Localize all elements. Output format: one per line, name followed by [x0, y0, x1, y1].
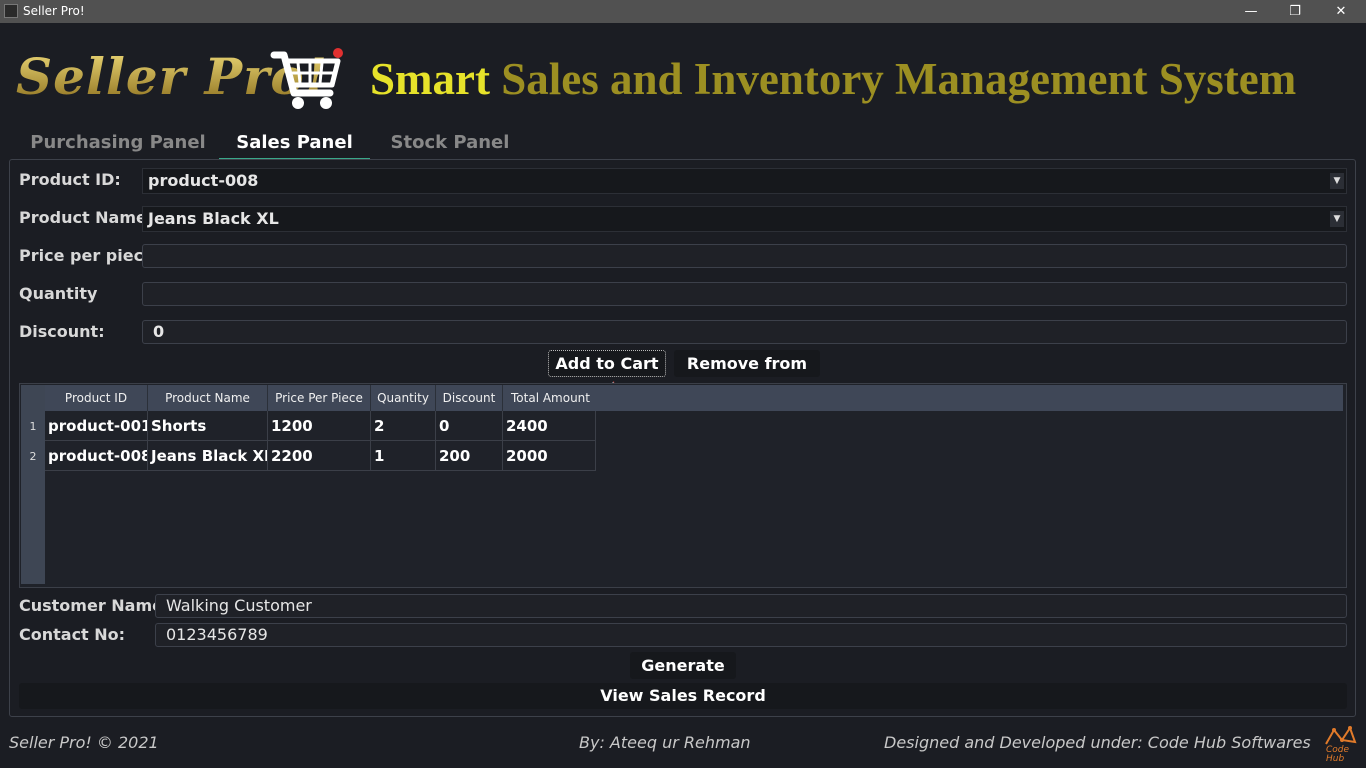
- discount-label: Discount:: [19, 322, 105, 341]
- minimize-button[interactable]: —: [1228, 0, 1274, 23]
- table-cell[interactable]: 1200: [268, 411, 371, 441]
- product-name-value: Jeans Black XL: [148, 209, 279, 228]
- code-hub-badge: Code Hub: [1326, 745, 1350, 764]
- footer-author: By: Ateeq ur Rehman: [579, 733, 751, 752]
- column-header[interactable]: Product ID: [45, 385, 148, 411]
- headline-smart: Smart: [370, 54, 490, 104]
- table-cell[interactable]: product-008: [45, 441, 148, 471]
- tab-sales-panel[interactable]: Sales Panel: [219, 128, 370, 160]
- footer-copyright: Seller Pro! © 2021: [9, 733, 159, 752]
- column-header[interactable]: Total Amount: [503, 385, 598, 411]
- table-cell[interactable]: 200: [436, 441, 503, 471]
- window-title: Seller Pro!: [23, 4, 85, 18]
- product-id-label: Product ID:: [19, 170, 121, 189]
- app-header: Seller Pro! Smart Sales and Inventory Ma…: [0, 23, 1366, 133]
- table-cell[interactable]: Shorts: [148, 411, 268, 441]
- table-cell[interactable]: 2000: [503, 441, 596, 471]
- product-id-value: product-008: [148, 171, 259, 190]
- remove-from-cart-button[interactable]: Remove from Cart: [674, 350, 820, 400]
- table-cell[interactable]: 1: [371, 441, 436, 471]
- column-header[interactable]: Discount: [436, 385, 503, 411]
- add-to-cart-label: Add to Cart: [555, 354, 659, 373]
- footer-credit: Designed and Developed under: Code Hub S…: [884, 733, 1311, 752]
- cart-table[interactable]: Product ID Product Name Price Per Piece …: [19, 383, 1347, 588]
- tab-stock-panel[interactable]: Stock Panel: [380, 128, 520, 158]
- app-icon: [4, 4, 18, 18]
- column-header[interactable]: Price Per Piece: [268, 385, 371, 411]
- row-number[interactable]: 2: [21, 442, 45, 472]
- price-input[interactable]: [142, 244, 1347, 268]
- discount-input[interactable]: 0: [142, 320, 1347, 344]
- quantity-label: Quantity: [19, 284, 98, 303]
- column-header[interactable]: Quantity: [371, 385, 436, 411]
- table-cell[interactable]: Jeans Black XL: [148, 441, 268, 471]
- table-cell[interactable]: 2: [371, 411, 436, 441]
- chevron-down-icon[interactable]: ▼: [1330, 173, 1344, 189]
- table-cell[interactable]: 2200: [268, 441, 371, 471]
- add-to-cart-button[interactable]: Add to Cart 🛒: [548, 350, 666, 398]
- price-label: Price per piece: [19, 246, 154, 265]
- customer-name-label: Customer Name:: [19, 596, 170, 615]
- table-cell[interactable]: 0: [436, 411, 503, 441]
- contact-no-label: Contact No:: [19, 625, 126, 644]
- chevron-down-icon[interactable]: ▼: [1330, 211, 1344, 227]
- table-cell[interactable]: product-001: [45, 411, 148, 441]
- customer-name-input[interactable]: Walking Customer: [155, 594, 1347, 618]
- product-id-select[interactable]: product-008 ▼: [142, 168, 1347, 194]
- app-headline: Smart Sales and Inventory Management Sys…: [370, 53, 1296, 105]
- shopping-cart-logo-icon: [270, 48, 343, 109]
- quantity-input[interactable]: [142, 282, 1347, 306]
- product-name-select[interactable]: Jeans Black XL ▼: [142, 206, 1347, 232]
- table-cell[interactable]: 2400: [503, 411, 596, 441]
- window-titlebar: Seller Pro! — ❐ ✕: [0, 0, 1366, 23]
- product-name-label: Product Name:: [19, 208, 154, 227]
- tab-purchasing-panel[interactable]: Purchasing Panel: [26, 128, 210, 158]
- contact-no-input[interactable]: 0123456789: [155, 623, 1347, 647]
- close-button[interactable]: ✕: [1318, 0, 1364, 23]
- row-number[interactable]: 1: [21, 412, 45, 442]
- generate-bill-button[interactable]: Generate Bill: [630, 652, 736, 702]
- table-header: Product ID Product Name Price Per Piece …: [45, 385, 1343, 411]
- code-hub-logo-icon: Code Hub: [1322, 724, 1358, 764]
- maximize-button[interactable]: ❐: [1272, 0, 1318, 23]
- column-header[interactable]: Product Name: [148, 385, 268, 411]
- headline-rest: Sales and Inventory Management System: [501, 54, 1297, 104]
- view-sales-record-button[interactable]: View Sales Record: [19, 683, 1347, 709]
